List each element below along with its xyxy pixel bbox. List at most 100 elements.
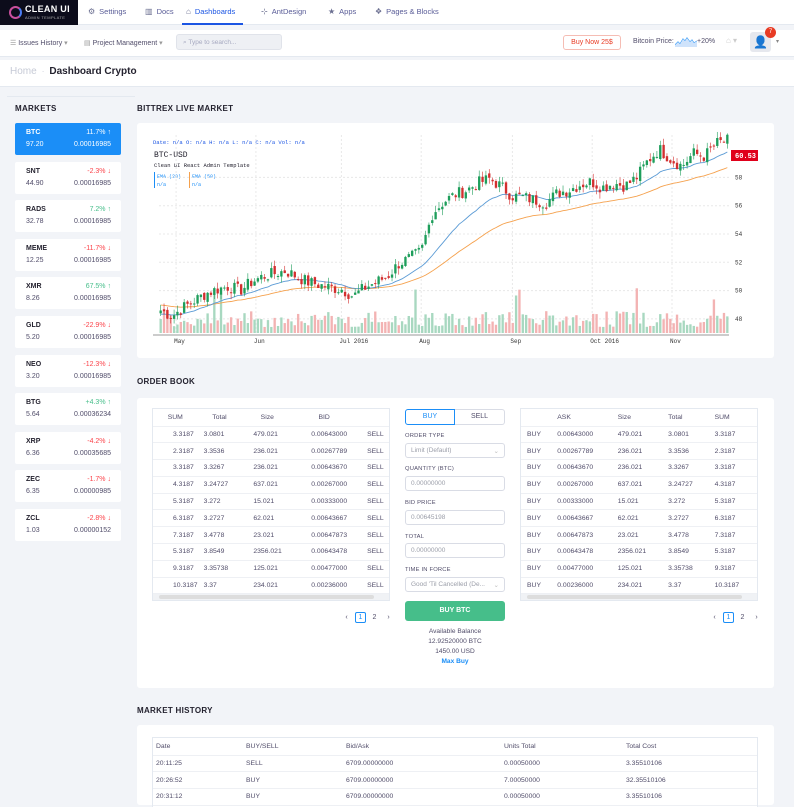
buy-link[interactable]: BUY bbox=[521, 426, 552, 444]
candlestick-chart[interactable]: Date: n/a O: n/a H: n/a L: n/a C: n/a Vo… bbox=[137, 123, 774, 358]
search-input[interactable]: ⌕ Type to search... bbox=[176, 34, 282, 50]
buy-link[interactable]: BUY bbox=[521, 442, 552, 461]
market-item-xrp[interactable]: XRP 6.36 -4.2% ↓ 0.00035685 bbox=[15, 431, 121, 464]
buy-now-button[interactable]: Buy Now 25$ bbox=[563, 35, 621, 50]
table-row[interactable]: 3.3187 3.0801 479.021 0.00643000 SELL bbox=[153, 426, 389, 444]
total-input[interactable]: 0.00000000 bbox=[405, 543, 505, 558]
column-header[interactable] bbox=[521, 409, 552, 427]
bid-table-scrollbar[interactable] bbox=[153, 594, 389, 600]
sell-link[interactable]: SELL bbox=[355, 442, 389, 461]
nav-docs[interactable]: ▥ Docs bbox=[145, 0, 174, 25]
column-header[interactable]: Total bbox=[197, 409, 242, 427]
buy-link[interactable]: BUY bbox=[521, 509, 552, 528]
buy-link[interactable]: BUY bbox=[521, 493, 552, 511]
column-header[interactable]: Size bbox=[241, 409, 294, 427]
market-item-xmr[interactable]: XMR 8.26 67.5% ↑ 0.00016985 bbox=[15, 277, 121, 310]
page-1[interactable]: 1 bbox=[355, 612, 366, 623]
market-item-gld[interactable]: GLD 5.20 -22.9% ↓ 0.00016985 bbox=[15, 316, 121, 348]
next-page-icon[interactable]: › bbox=[383, 613, 394, 624]
buy-link[interactable]: BUY bbox=[521, 459, 552, 477]
sell-link[interactable]: SELL bbox=[355, 459, 389, 477]
table-row[interactable]: BUY 0.00643478 2356.021 3.8549 5.3187 bbox=[521, 543, 757, 561]
buy-link[interactable]: BUY bbox=[521, 577, 552, 595]
buy-link[interactable]: BUY bbox=[521, 526, 552, 545]
table-row[interactable]: 5.3187 3.8549 2356.021 0.00643478 SELL bbox=[153, 543, 389, 561]
market-item-zec[interactable]: ZEC 6.35 -1.7% ↓ 0.00000985 bbox=[15, 470, 121, 503]
table-row[interactable]: 7.3187 3.4778 23.021 0.00647873 SELL bbox=[153, 526, 389, 545]
sell-link[interactable]: SELL bbox=[355, 476, 389, 494]
column-header[interactable]: Date bbox=[153, 738, 243, 756]
table-row[interactable]: 10.3187 3.37 234.021 0.00236000 SELL bbox=[153, 577, 389, 595]
logo[interactable]: CLEAN UI ADMIN TEMPLATE bbox=[0, 0, 78, 25]
column-header[interactable]: ASK bbox=[551, 409, 612, 427]
table-row[interactable]: BUY 0.00267789 236.021 3.3536 2.3187 bbox=[521, 442, 757, 461]
column-header[interactable]: BID bbox=[293, 409, 356, 427]
table-row[interactable]: 5.3187 3.272 15.021 0.00333000 SELL bbox=[153, 493, 389, 511]
tab-sell[interactable]: SELL bbox=[455, 409, 505, 425]
sell-link[interactable]: SELL bbox=[355, 577, 389, 595]
market-item-neo[interactable]: NEO 3.20 -12.3% ↓ 0.00016985 bbox=[15, 354, 121, 387]
sell-link[interactable]: SELL bbox=[355, 543, 389, 561]
market-item-btc[interactable]: BTC 97.20 11.7% ↑ 0.00016985 bbox=[15, 123, 121, 155]
column-header[interactable]: Bid/Ask bbox=[343, 738, 501, 756]
next-page-icon[interactable]: › bbox=[751, 613, 762, 624]
chevron-down-icon[interactable]: ▾ bbox=[776, 38, 779, 45]
buy-link[interactable]: BUY bbox=[521, 543, 552, 561]
bid-price-input[interactable]: 0.00645198 bbox=[405, 510, 505, 525]
column-header[interactable]: SUM bbox=[708, 409, 757, 427]
project-management-dropdown[interactable]: ▤ Project Management ▾ bbox=[84, 39, 163, 47]
buy-btc-button[interactable]: BUY BTC bbox=[405, 601, 505, 621]
sell-link[interactable]: SELL bbox=[355, 426, 389, 444]
time-in-force-select[interactable]: Good 'Til Cancelled (De... ⌄ bbox=[405, 577, 505, 592]
table-row[interactable]: 20:31:12 BUY 6709.00000000 0.00050000 3.3551… bbox=[153, 788, 757, 806]
market-item-meme[interactable]: MEME 12.25 -11.7% ↓ 0.00016985 bbox=[15, 238, 121, 271]
table-row[interactable]: 6.3187 3.2727 62.021 0.00643667 SELL bbox=[153, 509, 389, 528]
sell-link[interactable]: SELL bbox=[355, 493, 389, 511]
issues-history-dropdown[interactable]: ☰ Issues History ▾ bbox=[10, 39, 68, 47]
table-row[interactable]: BUY 0.00643667 62.021 3.2727 6.3187 bbox=[521, 509, 757, 528]
market-item-rads[interactable]: RADS 32.78 7.2% ↑ 0.00016985 bbox=[15, 200, 121, 233]
prev-page-icon[interactable]: ‹ bbox=[709, 613, 720, 624]
table-row[interactable]: BUY 0.00643000 479.021 3.0801 3.3187 bbox=[521, 426, 757, 444]
market-item-snt[interactable]: SNT 44.90 -2.3% ↓ 0.00016985 bbox=[15, 161, 121, 194]
table-row[interactable]: BUY 0.00267000 637.021 3.24727 4.3187 bbox=[521, 476, 757, 494]
table-row[interactable]: 3.3187 3.3267 236.021 0.00643670 SELL bbox=[153, 459, 389, 477]
page-2[interactable]: 2 bbox=[737, 613, 748, 624]
column-header[interactable]: Units Total bbox=[501, 738, 623, 756]
table-row[interactable]: 9.3187 3.35738 125.021 0.00477000 SELL bbox=[153, 560, 389, 578]
table-row[interactable]: BUY 0.00236000 234.021 3.37 10.3187 bbox=[521, 577, 757, 595]
nav-settings[interactable]: ⚙ Settings bbox=[88, 0, 126, 25]
breadcrumb-home[interactable]: Home bbox=[10, 66, 37, 77]
column-header[interactable]: Total bbox=[662, 409, 709, 427]
buy-link[interactable]: BUY bbox=[521, 476, 552, 494]
page-1[interactable]: 1 bbox=[723, 612, 734, 623]
column-header[interactable]: BUY/SELL bbox=[243, 738, 343, 756]
order-type-select[interactable]: Limit (Default) ⌄ bbox=[405, 443, 505, 458]
tab-buy[interactable]: BUY bbox=[405, 409, 455, 425]
nav-dashboards[interactable]: ⌂ Dashboards bbox=[182, 0, 244, 25]
nav-antdesign[interactable]: ⊹ AntDesign bbox=[261, 0, 306, 25]
prev-page-icon[interactable]: ‹ bbox=[341, 613, 352, 624]
sell-link[interactable]: SELL bbox=[355, 560, 389, 578]
column-header[interactable]: SUM bbox=[153, 409, 198, 427]
ask-table-scrollbar[interactable] bbox=[521, 594, 757, 600]
page-2[interactable]: 2 bbox=[369, 613, 380, 624]
table-row[interactable]: 20:26:52 BUY 6709.00000000 7.00050000 32.355… bbox=[153, 771, 757, 790]
column-header[interactable]: Size bbox=[611, 409, 663, 427]
table-row[interactable]: BUY 0.00477000 125.021 3.35738 9.3187 bbox=[521, 560, 757, 578]
max-buy-link[interactable]: Max Buy bbox=[405, 658, 505, 665]
table-row[interactable]: BUY 0.00647873 23.021 3.4778 7.3187 bbox=[521, 526, 757, 545]
table-row[interactable]: 2.3187 3.3536 236.021 0.00267789 SELL bbox=[153, 442, 389, 461]
quantity-input[interactable]: 0.00000000 bbox=[405, 476, 505, 491]
market-item-btg[interactable]: BTG 5.64 +4.3% ↑ 0.00036234 bbox=[15, 393, 121, 426]
table-row[interactable]: BUY 0.00643670 236.021 3.3267 3.3187 bbox=[521, 459, 757, 477]
home-icon[interactable]: ⌂ ▾ bbox=[726, 36, 737, 45]
sell-link[interactable]: SELL bbox=[355, 526, 389, 545]
column-header[interactable]: Total Cost bbox=[623, 738, 757, 756]
nav-apps[interactable]: ★ Apps bbox=[328, 0, 356, 25]
nav-pages-blocks[interactable]: ❖ Pages & Blocks bbox=[375, 0, 439, 25]
table-row[interactable]: BUY 0.00333000 15.021 3.272 5.3187 bbox=[521, 493, 757, 511]
column-header[interactable] bbox=[355, 409, 389, 427]
sell-link[interactable]: SELL bbox=[355, 509, 389, 528]
buy-link[interactable]: BUY bbox=[521, 560, 552, 578]
